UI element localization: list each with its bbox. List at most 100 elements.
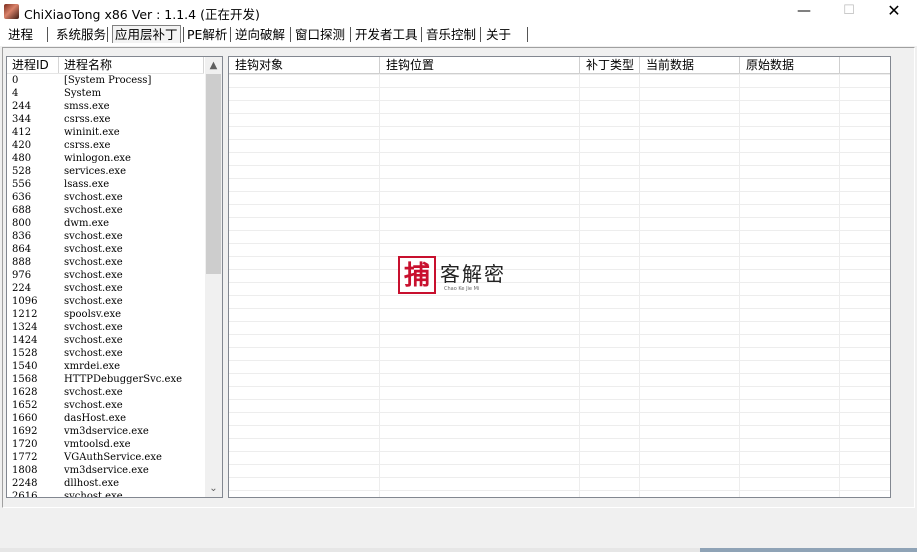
- tab-separator: [527, 27, 528, 42]
- process-id: 888: [12, 257, 32, 268]
- process-id: 1652: [12, 400, 38, 411]
- process-row[interactable]: 1424 svchost.exe: [7, 334, 204, 347]
- process-row[interactable]: 528 services.exe: [7, 165, 204, 178]
- process-row[interactable]: 1568 HTTPDebuggerSvc.exe: [7, 373, 204, 386]
- column-header-hook-object[interactable]: 挂钩对象: [229, 57, 380, 73]
- process-row[interactable]: 976 svchost.exe: [7, 269, 204, 282]
- tab-separator: [350, 27, 351, 42]
- tab-dev-tools[interactable]: 开发者工具: [355, 26, 418, 43]
- process-id: 344: [12, 114, 32, 125]
- process-row[interactable]: 1628 svchost.exe: [7, 386, 204, 399]
- process-name: smss.exe: [64, 101, 110, 112]
- tab-music[interactable]: 音乐控制: [426, 26, 476, 43]
- scroll-up-icon[interactable]: ▲: [205, 57, 222, 74]
- tab-app-patch[interactable]: 应用层补丁: [112, 25, 181, 43]
- tab-window-probe[interactable]: 窗口探测: [295, 26, 345, 43]
- process-row[interactable]: 2248 dllhost.exe: [7, 477, 204, 490]
- process-row[interactable]: 1692 vm3dservice.exe: [7, 425, 204, 438]
- watermark-text: 客解密: [440, 262, 506, 286]
- process-row[interactable]: 224 svchost.exe: [7, 282, 204, 295]
- process-name: xmrdei.exe: [64, 361, 121, 372]
- process-row[interactable]: 244 smss.exe: [7, 100, 204, 113]
- process-id: 1692: [12, 426, 38, 437]
- process-name: wininit.exe: [64, 127, 120, 138]
- process-name: svchost.exe: [64, 387, 123, 398]
- tab-system-services[interactable]: 系统服务: [56, 26, 106, 43]
- process-name: VGAuthService.exe: [64, 452, 162, 463]
- scrollbar-thumb[interactable]: [206, 74, 221, 274]
- process-name: svchost.exe: [64, 322, 123, 333]
- watermark-logo: 捕 客解密 Chao Ke Jie Mi: [398, 256, 520, 296]
- process-name: dwm.exe: [64, 218, 110, 229]
- process-name: svchost.exe: [64, 348, 123, 359]
- scroll-down-icon[interactable]: ⌄: [205, 480, 222, 497]
- process-id: 2248: [12, 478, 38, 489]
- process-row[interactable]: 412 wininit.exe: [7, 126, 204, 139]
- process-id: 480: [12, 153, 32, 164]
- process-row[interactable]: 1720 vmtoolsd.exe: [7, 438, 204, 451]
- process-row[interactable]: 1660 dasHost.exe: [7, 412, 204, 425]
- tab-about[interactable]: 关于: [486, 26, 511, 43]
- process-row[interactable]: 1096 svchost.exe: [7, 295, 204, 308]
- column-header-hook-location[interactable]: 挂钩位置: [380, 57, 580, 73]
- vertical-scrollbar[interactable]: ▲ ⌄: [205, 57, 222, 497]
- close-button[interactable]: ✕: [871, 0, 917, 24]
- process-row[interactable]: 1808 vm3dservice.exe: [7, 464, 204, 477]
- tab-reverse[interactable]: 逆向破解: [235, 26, 285, 43]
- process-row[interactable]: 800 dwm.exe: [7, 217, 204, 230]
- process-row[interactable]: 1772 VGAuthService.exe: [7, 451, 204, 464]
- process-name: spoolsv.exe: [64, 309, 122, 320]
- hook-table-header: 挂钩对象 挂钩位置 补丁类型 当前数据 原始数据: [229, 57, 890, 74]
- process-name: svchost.exe: [64, 244, 123, 255]
- process-name: System: [64, 88, 102, 99]
- process-list-header: 进程ID 进程名称: [7, 57, 204, 74]
- process-list[interactable]: 进程ID 进程名称 0 [System Process] 4 System 244 sms…: [6, 56, 223, 498]
- process-id: 1096: [12, 296, 38, 307]
- process-id: 1528: [12, 348, 38, 359]
- process-row[interactable]: 1324 svchost.exe: [7, 321, 204, 334]
- process-id: 1628: [12, 387, 38, 398]
- process-id: 1212: [12, 309, 38, 320]
- tab-strip: 进程 系统服务 应用层补丁 PE解析 逆向破解 窗口探测 开发者工具 音乐控制 …: [0, 24, 917, 46]
- column-header-patch-type[interactable]: 补丁类型: [580, 57, 640, 73]
- process-row[interactable]: 836 svchost.exe: [7, 230, 204, 243]
- process-row[interactable]: 1528 svchost.exe: [7, 347, 204, 360]
- process-row[interactable]: 480 winlogon.exe: [7, 152, 204, 165]
- process-row[interactable]: 1652 svchost.exe: [7, 399, 204, 412]
- process-row[interactable]: 1212 spoolsv.exe: [7, 308, 204, 321]
- process-row[interactable]: 864 svchost.exe: [7, 243, 204, 256]
- process-row[interactable]: 4 System: [7, 87, 204, 100]
- minimize-button[interactable]: —: [781, 0, 827, 24]
- process-name: csrss.exe: [64, 114, 111, 125]
- process-id: 412: [12, 127, 32, 138]
- process-name: svchost.exe: [64, 491, 123, 497]
- process-row[interactable]: 420 csrss.exe: [7, 139, 204, 152]
- process-row[interactable]: 0 [System Process]: [7, 74, 204, 87]
- process-row[interactable]: 1540 xmrdei.exe: [7, 360, 204, 373]
- column-header-current-data[interactable]: 当前数据: [640, 57, 740, 73]
- process-row[interactable]: 888 svchost.exe: [7, 256, 204, 269]
- tab-separator: [107, 27, 108, 42]
- process-name: dllhost.exe: [64, 478, 120, 489]
- column-header-process-name[interactable]: 进程名称: [59, 57, 204, 73]
- process-row[interactable]: 556 lsass.exe: [7, 178, 204, 191]
- process-id: 836: [12, 231, 32, 242]
- process-row[interactable]: 2616 svchost.exe: [7, 490, 204, 497]
- process-row[interactable]: 688 svchost.exe: [7, 204, 204, 217]
- process-name: vmtoolsd.exe: [64, 439, 131, 450]
- process-name: svchost.exe: [64, 231, 123, 242]
- hook-table[interactable]: 挂钩对象 挂钩位置 补丁类型 当前数据 原始数据: [228, 56, 891, 498]
- process-id: 1808: [12, 465, 38, 476]
- process-row[interactable]: 344 csrss.exe: [7, 113, 204, 126]
- maximize-button[interactable]: ☐: [826, 0, 872, 24]
- column-header-original-data[interactable]: 原始数据: [740, 57, 840, 73]
- process-id: 1424: [12, 335, 38, 346]
- process-row[interactable]: 636 svchost.exe: [7, 191, 204, 204]
- process-id: 2616: [12, 491, 38, 497]
- tab-separator: [290, 27, 291, 42]
- tab-pe-parse[interactable]: PE解析: [187, 26, 227, 43]
- tab-process[interactable]: 进程: [8, 26, 33, 43]
- process-list-body: 0 [System Process] 4 System 244 smss.exe 344 cs…: [7, 74, 204, 497]
- process-id: 864: [12, 244, 32, 255]
- column-header-pid[interactable]: 进程ID: [7, 57, 59, 73]
